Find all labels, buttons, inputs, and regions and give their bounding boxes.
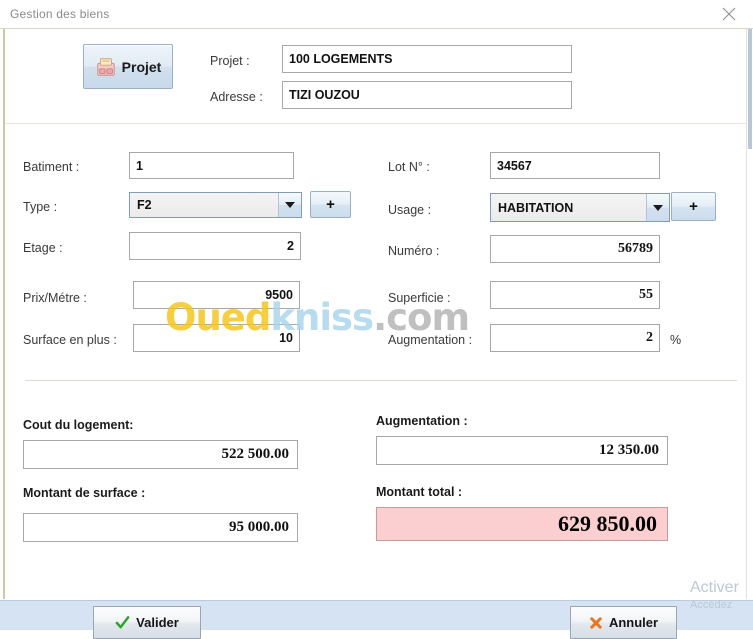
projet-input[interactable]: 100 LOGEMENTS [282, 45, 572, 73]
numero-input[interactable]: 56789 [490, 235, 660, 263]
cout-logement-value: 522 500.00 [23, 440, 298, 469]
projet-button-label: Projet [121, 58, 162, 75]
cout-logement-label: Cout du logement: [23, 418, 134, 432]
montant-total-label: Montant total : [376, 485, 463, 499]
usage-combo-value: HABITATION [498, 200, 574, 215]
type-combo[interactable]: F2 [129, 192, 302, 218]
header-separator [5, 123, 749, 124]
etage-input[interactable]: 2 [129, 232, 301, 260]
totals-separator [25, 380, 737, 381]
usage-combo[interactable]: HABITATION [490, 193, 670, 222]
batiment-label: Batiment : [23, 160, 80, 174]
surface-en-plus-input[interactable]: 10 [133, 324, 300, 352]
augmentation-pct-label: Augmentation : [388, 333, 473, 347]
montant-surface-value: 95 000.00 [23, 513, 298, 542]
annuler-button[interactable]: Annuler [570, 606, 677, 639]
dialog-body: Projet Projet : 100 LOGEMENTS Adresse : … [3, 29, 749, 599]
type-combo-value: F2 [137, 198, 152, 212]
augmentation-pct-input[interactable]: 2 [490, 324, 660, 352]
footer-bar: Valider Annuler [0, 600, 753, 639]
chevron-down-icon[interactable] [646, 194, 669, 221]
close-icon[interactable] [709, 0, 749, 27]
projet-button[interactable]: Projet [83, 44, 173, 89]
montant-total-value: 629 850.00 [376, 507, 668, 541]
etage-label: Etage : [23, 241, 63, 255]
augmentation-total-label: Augmentation : [376, 414, 468, 428]
prix-metre-label: Prix/Métre : [23, 291, 87, 305]
title-bar: Gestion des biens [0, 0, 753, 29]
superficie-input[interactable]: 55 [490, 281, 660, 309]
batiment-input[interactable]: 1 [129, 152, 294, 179]
check-icon [115, 616, 130, 629]
gestion-des-biens-window: Gestion des biens Projet Projet : 100 LO… [0, 0, 753, 639]
valider-button[interactable]: Valider [93, 606, 201, 639]
cross-burst-icon [590, 616, 602, 629]
lot-label: Lot N° : [388, 160, 430, 174]
type-add-button[interactable]: + [310, 191, 351, 218]
superficie-label: Superficie : [388, 291, 451, 305]
adresse-label: Adresse : [210, 90, 263, 104]
montant-surface-label: Montant de surface : [23, 486, 146, 500]
augmentation-total-value: 12 350.00 [376, 436, 668, 465]
lot-input[interactable]: 34567 [490, 152, 660, 179]
type-label: Type : [23, 200, 58, 214]
annuler-button-label: Annuler [608, 615, 659, 630]
prix-metre-input[interactable]: 9500 [133, 281, 300, 309]
chevron-down-icon[interactable] [278, 193, 301, 217]
surface-en-plus-label: Surface en plus : [23, 333, 117, 347]
projet-label: Projet : [210, 54, 250, 68]
scrollbar-thumb[interactable] [748, 29, 752, 149]
numero-label: Numéro : [388, 244, 440, 258]
window-title: Gestion des biens [10, 7, 110, 21]
usage-label: Usage : [388, 203, 432, 217]
valider-button-label: Valider [136, 615, 179, 630]
project-folder-icon [96, 57, 115, 76]
percent-suffix: % [670, 333, 682, 347]
vertical-scrollbar[interactable] [746, 29, 753, 599]
usage-add-button[interactable]: + [671, 192, 716, 221]
adresse-input[interactable]: TIZI OUZOU [282, 81, 572, 109]
